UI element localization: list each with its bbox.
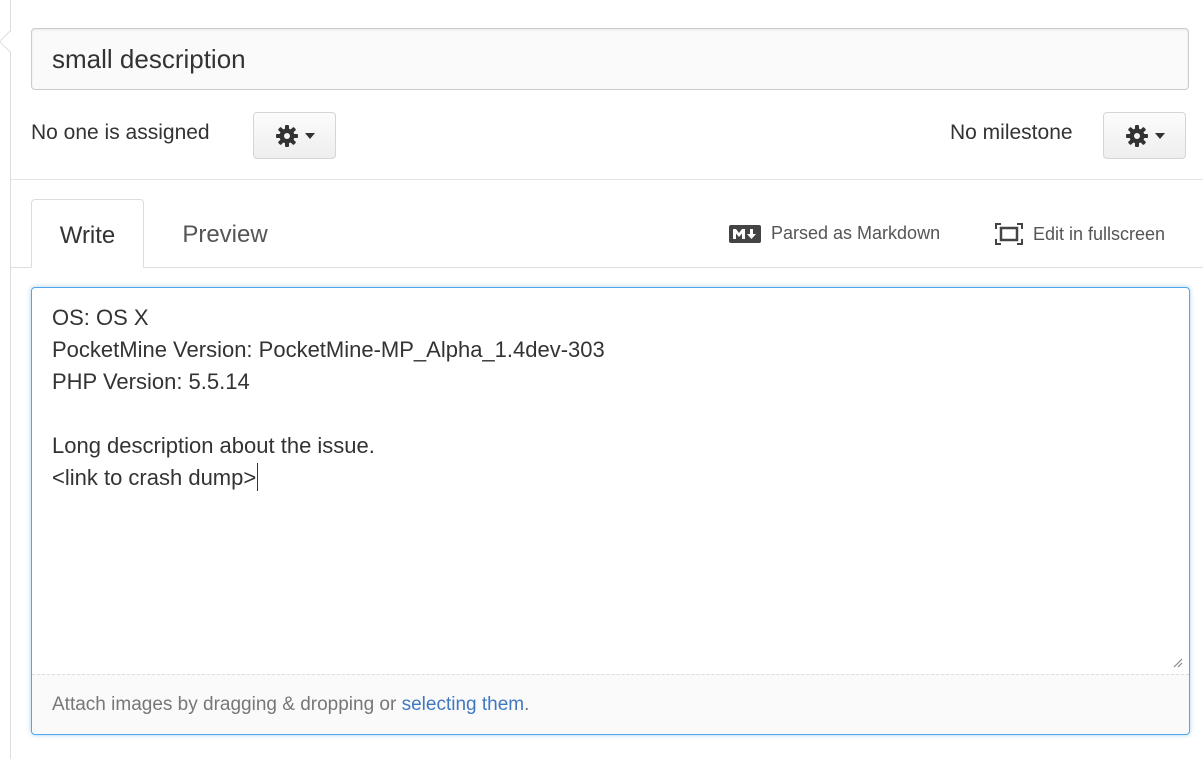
editor-line: PocketMine Version: PocketMine-MP_Alpha_… — [52, 337, 605, 362]
attach-suffix: . — [524, 694, 530, 715]
text-cursor — [257, 463, 259, 491]
chevron-down-icon — [304, 132, 315, 139]
editor-line: <link to crash dump> — [52, 465, 257, 490]
fullscreen-label: Edit in fullscreen — [1033, 223, 1166, 244]
markdown-label: Parsed as Markdown — [771, 223, 941, 243]
comment-body[interactable]: OS: OS X PocketMine Version: PocketMine-M… — [52, 302, 1152, 494]
attach-prefix: Attach images by dragging & dropping or — [52, 694, 402, 715]
fullscreen-button[interactable]: Edit in fullscreen — [995, 223, 1165, 245]
editor-line: OS: OS X — [52, 305, 149, 330]
issue-form: No one is assigned No milestone — [0, 0, 1203, 759]
editor-line-last: <link to crash dump> — [52, 462, 1152, 494]
section-divider — [10, 179, 1203, 180]
markdown-help-link[interactable]: Parsed as Markdown — [729, 223, 940, 244]
tab-preview[interactable]: Preview — [160, 199, 290, 267]
assignee-status: No one is assigned — [31, 121, 210, 144]
milestone-settings-button[interactable] — [1103, 112, 1186, 159]
comment-textarea[interactable]: OS: OS X PocketMine Version: PocketMine-M… — [31, 287, 1190, 735]
gear-icon — [1125, 124, 1148, 147]
tab-write[interactable]: Write — [31, 199, 144, 268]
attach-images-bar[interactable]: Attach images by dragging & dropping or … — [32, 674, 1189, 734]
editor-line: PHP Version: 5.5.14 — [52, 369, 250, 394]
issue-title-input[interactable] — [31, 28, 1189, 90]
chevron-down-icon — [1154, 132, 1165, 139]
assignee-settings-button[interactable] — [253, 112, 336, 159]
editor-line: Long description about the issue. — [52, 433, 375, 458]
gear-icon — [275, 124, 298, 147]
markdown-icon — [729, 224, 761, 243]
resize-grip-icon[interactable] — [1171, 656, 1183, 668]
fullscreen-icon — [995, 223, 1023, 245]
milestone-status: No milestone — [950, 121, 1073, 144]
select-images-link[interactable]: selecting them — [402, 694, 525, 715]
